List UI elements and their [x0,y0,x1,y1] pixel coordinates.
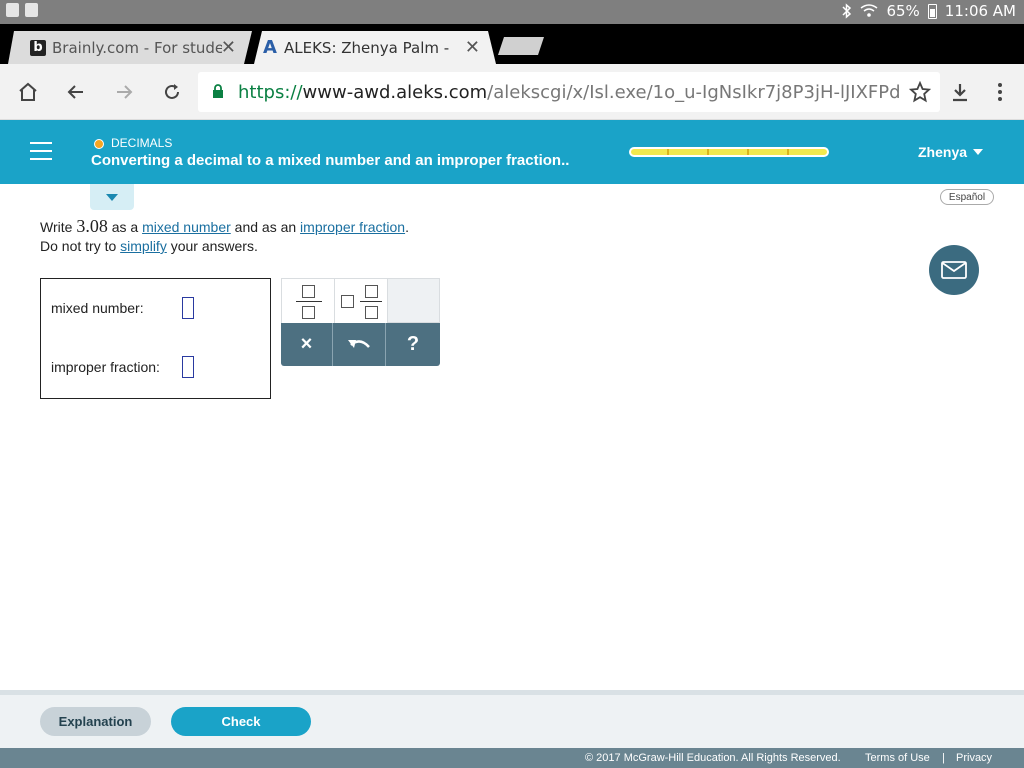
question-line-2: Do not try to simplify your answers. [40,238,258,254]
browser-menu-button[interactable] [986,78,1014,106]
brainly-favicon-icon: b [30,40,46,56]
undo-icon [347,339,370,348]
more-vertical-icon [998,83,1002,101]
caret-down-icon [106,193,118,201]
terms-of-use-link[interactable]: Terms of Use [865,752,930,764]
tab-brainly[interactable]: b Brainly.com - For studen ✕ [8,31,252,64]
tab-aleks[interactable]: A ALEKS: Zhenya Palm - L ✕ [254,31,496,64]
wifi-icon [861,4,878,17]
bluetooth-icon [842,3,852,19]
progress-tick [667,149,669,155]
copyright-text: © 2017 McGraw-Hill Education. All Rights… [585,752,841,764]
browser-toolbar: https://www-awd.aleks.com/alekscgi/x/Isl… [0,64,1024,120]
notification-p-icon [6,3,19,17]
aleks-favicon-icon: A [263,37,277,58]
numerator-box-icon [302,285,315,298]
improper-fraction-link[interactable]: improper fraction [300,219,405,235]
progress-tick [707,149,709,155]
reload-icon [165,84,179,99]
mixed-number-button[interactable] [335,279,388,324]
message-button[interactable] [929,245,979,295]
download-icon [953,84,967,102]
download-button[interactable] [946,78,974,106]
address-bar[interactable]: https://www-awd.aleks.com/alekscgi/x/Isl… [198,72,940,112]
progress-tick [787,149,789,155]
close-icon[interactable]: ✕ [221,37,236,58]
math-palette: × ? [281,278,440,366]
denominator-box-icon [365,306,378,319]
footer-separator: | [942,752,945,764]
improper-fraction-input[interactable] [182,356,194,378]
user-name: Zhenya [918,144,968,160]
hamburger-menu-icon[interactable] [30,142,52,160]
topic-status-dot [94,139,104,149]
tab-title: ALEKS: Zhenya Palm - L [284,38,454,57]
back-button[interactable] [62,78,90,106]
question-line-1: Write 3.08 as a mixed number and as an i… [40,216,409,236]
clear-button[interactable]: × [281,323,333,366]
topic-category: DECIMALS [111,136,173,150]
url-host: www-awd.aleks.com [302,81,488,103]
android-status-bar: 65% 11:06 AM [0,0,1024,24]
home-button[interactable] [14,78,42,106]
mixed-number-input[interactable] [182,297,194,319]
forward-button[interactable] [110,78,138,106]
lock-icon [213,84,223,98]
bottom-action-bar [0,695,1024,748]
clock: 11:06 AM [944,2,1016,20]
undo-button[interactable] [334,323,386,366]
numerator-box-icon [365,285,378,298]
arrow-left-icon [67,85,83,99]
collapse-header-button[interactable] [90,184,134,210]
answer-box: mixed number: improper fraction: [40,278,271,399]
star-icon [909,81,931,103]
language-toggle[interactable]: Español [940,189,994,205]
url-scheme: https:// [238,81,303,103]
new-tab-button[interactable] [498,37,544,55]
home-icon [19,82,37,101]
battery-icon [927,3,937,19]
whole-box-icon [341,295,354,308]
reload-button[interactable] [158,78,186,106]
improper-fraction-label: improper fraction: [51,359,160,375]
check-button[interactable]: Check [171,707,311,736]
progress-tick [747,149,749,155]
bookmark-button[interactable] [906,78,934,106]
caret-down-icon [973,149,984,155]
fraction-button[interactable] [282,279,335,324]
topic-title: Converting a decimal to a mixed number a… [91,152,570,169]
mixed-number-label: mixed number: [51,300,144,316]
footer: © 2017 McGraw-Hill Education. All Rights… [0,748,1024,768]
tab-title: Brainly.com - For studen [52,38,222,57]
denominator-box-icon [302,306,315,319]
close-icon[interactable]: ✕ [465,37,480,58]
simplify-link[interactable]: simplify [120,238,167,254]
mixed-number-link[interactable]: mixed number [142,219,231,235]
user-menu[interactable]: Zhenya [918,144,984,160]
url-path: /alekscgi/x/Isl.exe/1o_u-IgNsIkr7j8P3jH-… [487,81,901,103]
envelope-icon [941,261,967,279]
privacy-link[interactable]: Privacy [956,752,992,764]
question-number: 3.08 [76,216,108,236]
help-button[interactable]: ? [387,323,439,366]
topic-progress-bar [629,147,829,157]
battery-percent: 65% [886,2,920,20]
explanation-button[interactable]: Explanation [40,707,151,736]
screen: 65% 11:06 AM b Brainly.com - For studen … [0,0,1024,768]
arrow-right-icon [117,85,133,99]
notification-app-icon [25,3,38,17]
